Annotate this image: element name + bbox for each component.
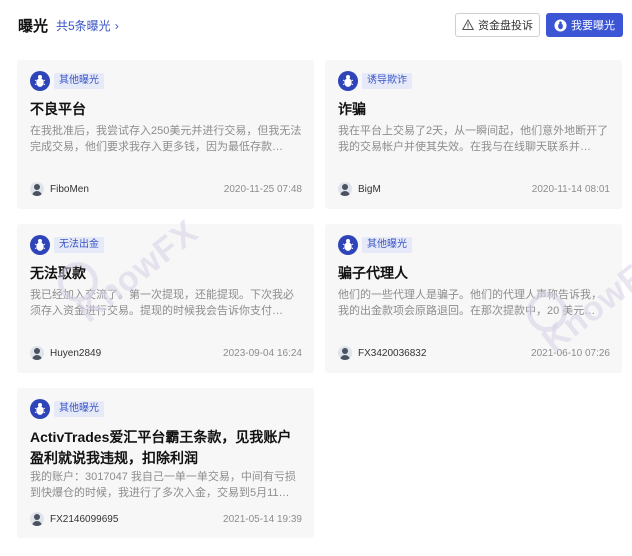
exposure-count-label: 共5条曝光 [56, 19, 111, 33]
timestamp: 2020-11-25 07:48 [223, 183, 302, 195]
category-tag: 无法出金 [54, 237, 104, 253]
timestamp: 2021-06-10 07:26 [531, 347, 610, 359]
card-description: 他们的一些代理人是骗子。他们的代理人声称告诉我，我的出金款项会原路退回。在那次提… [338, 289, 602, 317]
warning-icon [462, 19, 474, 30]
category-tag: 其他曝光 [54, 401, 104, 417]
category-tag: 诱导欺诈 [362, 73, 412, 89]
exposure-card[interactable]: 无法出金 无法取款 我已经加入交流了。第一次提现，还能提现。下次我必须存入资金进… [17, 224, 314, 373]
bug-icon [338, 235, 358, 255]
exposure-card[interactable]: 诱导欺诈 诈骗 我在平台上交易了2天，从一瞬间起，他们意外地断开了我的交易帐户并… [325, 60, 622, 209]
card-tag-row: 其他曝光 [30, 399, 104, 419]
bug-icon [338, 71, 358, 91]
bug-icon [30, 71, 50, 91]
avatar [338, 182, 352, 196]
avatar [338, 346, 352, 360]
exposure-card[interactable]: 其他曝光 骗子代理人 他们的一些代理人是骗子。他们的代理人声称告诉我，我的出金款… [325, 224, 622, 373]
card-meta: FX2146099695 2021-05-14 19:39 [30, 511, 302, 527]
exposure-card[interactable]: 其他曝光 不良平台 在我批准后，我尝试存入250美元并进行交易，但我无法完成交易… [17, 60, 314, 209]
card-description: 我在平台上交易了2天，从一瞬间起，他们意外地断开了我的交易帐户并使其失效。在我与… [338, 125, 609, 153]
username: BigM [358, 183, 381, 195]
fund-scheme-complaint-button[interactable]: 资金盘投诉 [455, 13, 540, 37]
card-description: 我的账户：3017047 我自己一单一单交易，中间有亏损到快爆仓的时候，我进行了… [30, 471, 296, 499]
bug-icon [554, 18, 567, 32]
exposure-card[interactable]: 其他曝光 ActivTrades爱汇平台霸王条款，见我账户盈利就说我违规，扣除利… [17, 388, 314, 538]
avatar [30, 512, 44, 526]
username: Huyen2849 [50, 347, 102, 359]
card-meta: Huyen2849 2023-09-04 16:24 [30, 345, 302, 361]
expose-button[interactable]: 我要曝光 [546, 13, 623, 37]
card-title[interactable]: ActivTrades爱汇平台霸王条款，见我账户盈利就说我违规，扣除利润 [30, 427, 302, 469]
timestamp: 2023-09-04 16:24 [223, 347, 302, 359]
card-tag-row: 诱导欺诈 [338, 71, 412, 91]
bug-icon [30, 399, 50, 419]
card-title[interactable]: 不良平台 [30, 99, 302, 119]
username: FX3420036832 [358, 347, 427, 359]
page-header: 曝光 共5条曝光 › 资金盘投诉 我要曝光 [0, 0, 632, 48]
card-description: 在我批准后，我尝试存入250美元并进行交易，但我无法完成交易，他们要求我存入更多… [30, 125, 302, 153]
avatar [30, 346, 44, 360]
exposure-count-link[interactable]: 共5条曝光 › [56, 17, 119, 34]
card-meta: FiboMen 2020-11-25 07:48 [30, 181, 302, 197]
category-tag: 其他曝光 [362, 237, 412, 253]
username: FX2146099695 [50, 513, 119, 525]
card-title[interactable]: 骗子代理人 [338, 263, 610, 283]
card-meta: FX3420036832 2021-06-10 07:26 [338, 345, 610, 361]
username: FiboMen [50, 183, 89, 195]
avatar [30, 182, 44, 196]
card-tag-row: 其他曝光 [30, 71, 104, 91]
card-tag-row: 其他曝光 [338, 235, 412, 255]
timestamp: 2021-05-14 19:39 [223, 513, 302, 525]
card-tag-row: 无法出金 [30, 235, 104, 255]
complaint-button-label: 资金盘投诉 [478, 20, 533, 32]
timestamp: 2020-11-14 08:01 [531, 183, 610, 195]
page-title: 曝光 [18, 18, 49, 35]
card-meta: BigM 2020-11-14 08:01 [338, 181, 610, 197]
card-title[interactable]: 无法取款 [30, 263, 302, 283]
bug-icon [30, 235, 50, 255]
card-title[interactable]: 诈骗 [338, 99, 610, 119]
card-description: 我已经加入交流了。第一次提现，还能提现。下次我必须存入资金进行交易。提现的时候我… [30, 289, 294, 317]
expose-button-label: 我要曝光 [571, 20, 615, 32]
category-tag: 其他曝光 [54, 73, 104, 89]
chevron-right-icon: › [114, 18, 119, 33]
